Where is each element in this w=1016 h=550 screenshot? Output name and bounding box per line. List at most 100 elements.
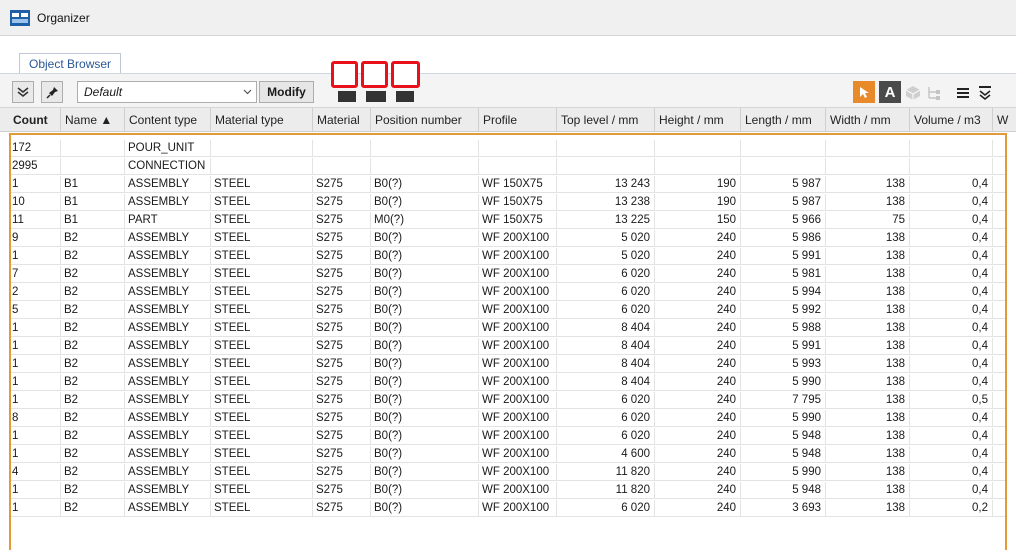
table-cell: B2 [61, 410, 125, 427]
table-cell: B2 [61, 464, 125, 481]
table-row[interactable]: 4 B2 ASSEMBLY STEEL S275 B0(?) WF 200X100 11 82… [11, 464, 1005, 481]
organizer-app-icon [10, 9, 30, 26]
highlighted-toolbar-button-3[interactable] [391, 61, 420, 88]
table-row[interactable]: 1 B2 ASSEMBLY STEEL S275 B0(?) WF 200X100 8 404… [11, 374, 1005, 391]
table-cell: B1 [61, 212, 125, 229]
column-header[interactable]: Material [313, 108, 371, 132]
table-row[interactable]: 1 B2 ASSEMBLY STEEL S275 B0(?) WF 200X100 6 020… [11, 428, 1005, 445]
table-cell: ASSEMBLY [125, 338, 211, 355]
table-cell: S275 [313, 392, 371, 409]
table-row[interactable]: 9 B2 ASSEMBLY STEEL S275 B0(?) WF 200X100 5 020… [11, 230, 1005, 247]
table-row[interactable]: 1 B2 ASSEMBLY STEEL S275 B0(?) WF 200X100 6 020… [11, 500, 1005, 517]
table-cell: 5 994 [741, 284, 826, 301]
table-cell: 240 [655, 482, 741, 499]
table-row[interactable]: 1 B2 ASSEMBLY STEEL S275 B0(?) WF 200X100 8 404… [11, 356, 1005, 373]
table-row[interactable]: 5 B2 ASSEMBLY STEEL S275 B0(?) WF 200X100 6 020… [11, 302, 1005, 319]
tab-object-browser[interactable]: Object Browser [19, 53, 122, 74]
table-row[interactable]: 8 B2 ASSEMBLY STEEL S275 B0(?) WF 200X100 6 020… [11, 410, 1005, 427]
view-select[interactable]: Default [77, 81, 257, 103]
table-row[interactable]: 2 B2 ASSEMBLY STEEL S275 B0(?) WF 200X100 6 020… [11, 284, 1005, 301]
table-row[interactable]: 1 B2 ASSEMBLY STEEL S275 B0(?) WF 200X100 4 600… [11, 446, 1005, 463]
table-row[interactable]: 1 B2 ASSEMBLY STEEL S275 B0(?) WF 200X100 8 404… [11, 320, 1005, 337]
table-row[interactable]: 10 B1 ASSEMBLY STEEL S275 B0(?) WF 150X75 13 23… [11, 194, 1005, 211]
table-cell: B0(?) [371, 428, 479, 445]
table-cell: S275 [313, 428, 371, 445]
column-header[interactable]: Position number [371, 108, 479, 132]
table-row[interactable]: 1 B2 ASSEMBLY STEEL S275 B0(?) WF 200X100 8 404… [11, 338, 1005, 355]
table-cell: S275 [313, 338, 371, 355]
table-cell: 5 990 [741, 464, 826, 481]
table-cell: 6 020 [557, 284, 655, 301]
table-cell: 138 [826, 482, 910, 499]
table-cell: B0(?) [371, 302, 479, 319]
table-cell: WF 200X100 [479, 446, 557, 463]
table-row[interactable]: 1 B2 ASSEMBLY STEEL S275 B0(?) WF 200X100 11 82… [11, 482, 1005, 499]
table-cell: 138 [826, 194, 910, 211]
column-header[interactable]: Width / mm [826, 108, 910, 132]
table-cell: 1 [11, 500, 61, 517]
highlighted-toolbar-button-2[interactable] [361, 61, 388, 88]
modify-button[interactable]: Modify [259, 81, 314, 103]
text-mode-button[interactable]: A [879, 81, 901, 103]
column-header[interactable]: Length / mm [741, 108, 826, 132]
table-cell: STEEL [211, 320, 313, 337]
table-cell [211, 158, 313, 175]
column-header[interactable]: Material type [211, 108, 313, 132]
table-cell: STEEL [211, 428, 313, 445]
column-header[interactable]: Name ▲ [61, 108, 125, 132]
table-cell: 11 [11, 212, 61, 229]
column-header[interactable]: Profile [479, 108, 557, 132]
table-cell: WF 150X75 [479, 212, 557, 229]
table-cell: S275 [313, 410, 371, 427]
table-cell: 5 987 [741, 194, 826, 211]
table-cell: S275 [313, 212, 371, 229]
table-cell: S275 [313, 266, 371, 283]
table-cell: 138 [826, 338, 910, 355]
table-cell: STEEL [211, 176, 313, 193]
table-cell: 6 020 [557, 266, 655, 283]
table-cell: ASSEMBLY [125, 230, 211, 247]
column-header[interactable]: W [993, 108, 1016, 132]
highlighted-toolbar-button-1[interactable] [331, 61, 358, 88]
select-mode-button[interactable] [853, 81, 875, 103]
menu-button[interactable] [955, 85, 971, 101]
export-icon [396, 91, 414, 102]
table-cell: 1 [11, 392, 61, 409]
table-cell: 138 [826, 446, 910, 463]
table-cell: 75 [826, 212, 910, 229]
collapse-button[interactable] [12, 81, 34, 103]
column-header[interactable]: Count [9, 108, 61, 132]
table-cell: WF 200X100 [479, 482, 557, 499]
table-cell: 138 [826, 428, 910, 445]
table-row[interactable]: 7 B2 ASSEMBLY STEEL S275 B0(?) WF 200X100 6 020… [11, 266, 1005, 283]
hierarchy-button[interactable] [926, 85, 942, 101]
table-row[interactable]: 1 B1 ASSEMBLY STEEL S275 B0(?) WF 150X75 13 243… [11, 176, 1005, 193]
table-cell: 0,4 [910, 482, 993, 499]
table-cell: ASSEMBLY [125, 500, 211, 517]
table-cell: 1 [11, 356, 61, 373]
column-header[interactable]: Volume / m3 [910, 108, 993, 132]
pin-button[interactable] [41, 81, 63, 103]
table-row[interactable]: 172 POUR_UNIT [11, 140, 1005, 157]
table-cell: 0,4 [910, 428, 993, 445]
cube-button[interactable] [905, 85, 921, 101]
column-header[interactable]: Height / mm [655, 108, 741, 132]
column-header[interactable]: Top level / mm [557, 108, 655, 132]
table-row[interactable]: 1 B2 ASSEMBLY STEEL S275 B0(?) WF 200X100 6 020… [11, 392, 1005, 409]
table-cell: S275 [313, 194, 371, 211]
table-row[interactable]: 11 B1 PART STEEL S275 M0(?) WF 150X75 13 225 150… [11, 212, 1005, 229]
table-cell: 2995 [11, 158, 61, 175]
toolbar: Default Modify A [0, 61, 1016, 108]
table-cell: 0,4 [910, 230, 993, 247]
table-cell: B0(?) [371, 392, 479, 409]
table-cell [371, 158, 479, 175]
table-cell: 0,4 [910, 266, 993, 283]
table-row[interactable]: 2995 CONNECTION [11, 158, 1005, 175]
table-cell: B1 [61, 194, 125, 211]
table-cell: STEEL [211, 338, 313, 355]
column-header[interactable]: Content type [125, 108, 211, 132]
table-cell: STEEL [211, 410, 313, 427]
table-row[interactable]: 1 B2 ASSEMBLY STEEL S275 B0(?) WF 200X100 5 020… [11, 248, 1005, 265]
table-cell: S275 [313, 446, 371, 463]
expand-button[interactable] [977, 85, 993, 101]
